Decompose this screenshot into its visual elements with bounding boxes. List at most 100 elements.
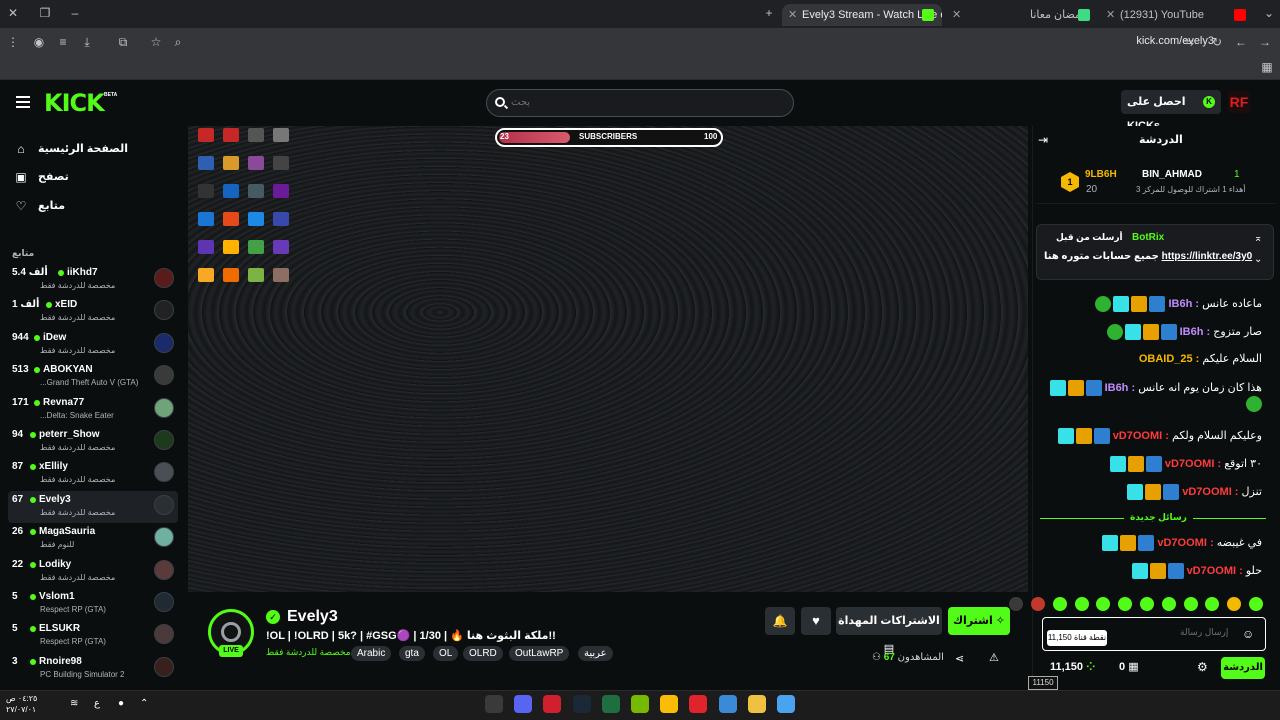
windows-start-icon[interactable] <box>777 695 795 713</box>
profile-icon[interactable]: ◉ <box>32 35 46 49</box>
message-username[interactable]: : vD7OOMI <box>1157 537 1213 549</box>
message-username[interactable]: : vD7OOMI <box>1113 430 1169 442</box>
user-avatar[interactable]: RF <box>1228 91 1250 113</box>
menu-dots-icon[interactable]: ⋮ <box>6 35 20 49</box>
pinned-user[interactable]: BotRix <box>1132 232 1164 243</box>
kick-logo[interactable]: KICK <box>44 89 105 117</box>
nav-browse[interactable]: ▣ تصفح <box>10 166 188 188</box>
mic-icon[interactable]: ● <box>118 698 124 709</box>
chat-send-button[interactable]: الدردشة <box>1221 657 1265 679</box>
steam-icon[interactable] <box>572 695 591 713</box>
search-input[interactable]: بحث <box>486 89 794 117</box>
message-username[interactable]: : vD7OOMI <box>1187 565 1243 577</box>
tab-kick[interactable]: ✕ Evely3 Stream - Watch Live on <box>782 4 942 26</box>
sidebar-channel-iikhd7[interactable]: 5.4 ألف iiKhd7 مخصصة للدردشة فقط <box>8 264 178 296</box>
close-window-icon[interactable]: ✕ <box>6 6 20 20</box>
tab-ramadan[interactable]: ✕ رمضان معانا <box>946 4 1096 26</box>
address-bar[interactable]: kick.com/evely3 <box>1136 35 1214 47</box>
follow-button[interactable]: ♥ <box>801 607 831 635</box>
sidebar-channel-xeid[interactable]: 1 ألف xEID مخصصة للدردشة فقط <box>8 296 178 328</box>
nav-home[interactable]: ⌂ الصفحة الرئيسية <box>10 138 188 160</box>
sidebar-channel-lodiky[interactable]: 22 Lodiky مخصصة للدردشة فقط <box>8 556 178 588</box>
subscribe-button[interactable]: اشتراك ✧ <box>948 607 1010 635</box>
channel-points[interactable]: 11,150 ⁘ <box>1050 660 1095 673</box>
sidebar-channel-revna77[interactable]: 171 Revna77 Delta: Snake Eater... <box>8 394 178 426</box>
message-username[interactable]: : IB6h <box>1168 298 1199 310</box>
video-player[interactable] <box>188 126 1028 592</box>
tag-ol[interactable]: OL <box>433 646 459 661</box>
streamer-name[interactable]: Evely3 <box>287 608 338 626</box>
download-icon[interactable]: ⤓ <box>80 35 94 49</box>
sidebar-channel-xellily[interactable]: 87 xEllily مخصصة للدردشة فقط <box>8 458 178 490</box>
bookmark-star-icon[interactable]: ☆ <box>149 35 163 49</box>
tab-search-icon[interactable]: ⌄ <box>1262 6 1276 20</box>
close-tab-icon[interactable]: ✕ <box>952 4 961 26</box>
leader-name[interactable]: 9LB6H <box>1085 169 1117 180</box>
tag-outlawrp[interactable]: OutLawRP <box>509 646 570 661</box>
input-language[interactable]: ع <box>94 698 100 709</box>
notifications-button[interactable]: 🔔 <box>765 607 795 635</box>
excel-icon[interactable] <box>601 695 620 713</box>
sidebar-channel-vslom1[interactable]: 5 Vslom1 Respect RP (GTA) <box>8 588 178 620</box>
stream-category[interactable]: مخصصة للدردشة فقط <box>266 647 351 658</box>
tag-gta[interactable]: gta <box>399 646 425 661</box>
message-username[interactable]: : vD7OOMI <box>1182 486 1238 498</box>
store-icon[interactable] <box>718 695 737 713</box>
tray-chevron-icon[interactable]: ⌃ <box>140 698 148 709</box>
sidebar-channel-evely3[interactable]: 67 Evely3 مخصصة للدردشة فقط <box>8 490 178 523</box>
restore-window-icon[interactable]: ❐ <box>38 6 52 20</box>
emote-icon[interactable] <box>1074 597 1089 611</box>
sidebar-channel-rnoire98[interactable]: 3 Rnoire98 PC Building Simulator 2 <box>8 653 178 685</box>
discord-icon[interactable] <box>514 695 533 713</box>
gift-subs-button[interactable]: الاشتراكات المهداة ▤ <box>836 607 942 655</box>
sidebar-channel-magasauria[interactable]: 26 MagaSauria للنوم فقط <box>8 523 178 555</box>
kicks-balance[interactable]: 0 ▦ <box>1119 660 1139 673</box>
obs-icon[interactable] <box>485 695 503 713</box>
emoji-icon[interactable]: ☺ <box>1242 627 1254 641</box>
site-settings-icon[interactable]: ⇋ <box>1182 35 1196 49</box>
emote-icon[interactable] <box>1052 597 1067 611</box>
nvidia-icon[interactable] <box>631 695 649 713</box>
sidebar-channel-peterr_show[interactable]: 94 peterr_Show مخصصة للدردشة فقط <box>8 426 178 458</box>
tag-arabic[interactable]: Arabic <box>351 646 392 661</box>
message-username[interactable]: : IB6h <box>1180 326 1211 338</box>
system-clock[interactable]: ٠٤:٢٥ ص ٢٧/٠٧/٠١ <box>6 693 37 715</box>
tag-olrd[interactable]: OLRD <box>463 646 503 661</box>
tab-youtube[interactable]: ✕ (12931) YouTube <box>1100 4 1252 26</box>
app-icon[interactable] <box>543 695 562 713</box>
message-username[interactable]: : vD7OOMI <box>1165 458 1221 470</box>
back-icon[interactable]: → <box>1258 35 1272 49</box>
emote-icon[interactable] <box>1249 597 1263 611</box>
chrome-icon[interactable] <box>660 695 679 713</box>
emote-icon[interactable] <box>1161 597 1176 611</box>
message-username[interactable]: : OBAID_25 <box>1139 353 1200 365</box>
minimize-window-icon[interactable]: – <box>68 6 82 20</box>
sidebar-channel-idew[interactable]: 944 iDew مخصصة للدردشة فقط <box>8 329 178 361</box>
emote-icon[interactable] <box>1183 597 1198 611</box>
unpin-icon[interactable]: ⌅ <box>1254 233 1262 244</box>
emote-icon[interactable] <box>1140 597 1154 611</box>
collapse-chat-icon[interactable]: ⇥ <box>1038 133 1048 147</box>
get-kicks-button[interactable]: احصل على KICKs K <box>1121 90 1221 132</box>
emote-icon[interactable] <box>1031 597 1045 611</box>
message-username[interactable]: : IB6h <box>1105 382 1136 394</box>
file-explorer-icon[interactable] <box>747 695 766 713</box>
apps-grid-icon[interactable]: ▦ <box>1260 60 1274 74</box>
menu-icon[interactable] <box>16 96 30 108</box>
pinned-link[interactable]: https://linktr.ee/3y0 <box>1162 251 1253 262</box>
zoom-icon[interactable]: ⌕ <box>171 35 185 49</box>
report-icon[interactable]: ⚠ <box>989 651 999 664</box>
share-icon[interactable]: ⋖ <box>955 652 964 665</box>
extensions-icon[interactable]: ⧉ <box>116 35 130 49</box>
sidebar-channel-elsukr[interactable]: 5 ELSUKR Respect RP (GTA) <box>8 620 178 652</box>
new-tab-icon[interactable]: + <box>762 6 776 20</box>
reading-list-icon[interactable]: ≡ <box>56 35 70 49</box>
sidebar-channel-abokyan[interactable]: 513 ABOKYAN Grand Theft Auto V (GTA)... <box>8 361 178 393</box>
close-tab-icon[interactable]: ✕ <box>788 4 797 26</box>
gear-icon[interactable]: ⚙ <box>1197 660 1208 674</box>
tag-arabic-ar[interactable]: عربية <box>578 646 613 661</box>
opera-icon[interactable] <box>689 695 708 713</box>
chevron-down-icon[interactable]: ⌄ <box>1254 254 1262 265</box>
new-messages-label[interactable]: رسائل جديدة <box>1124 512 1193 523</box>
reload-icon[interactable]: ↻ <box>1210 35 1224 49</box>
